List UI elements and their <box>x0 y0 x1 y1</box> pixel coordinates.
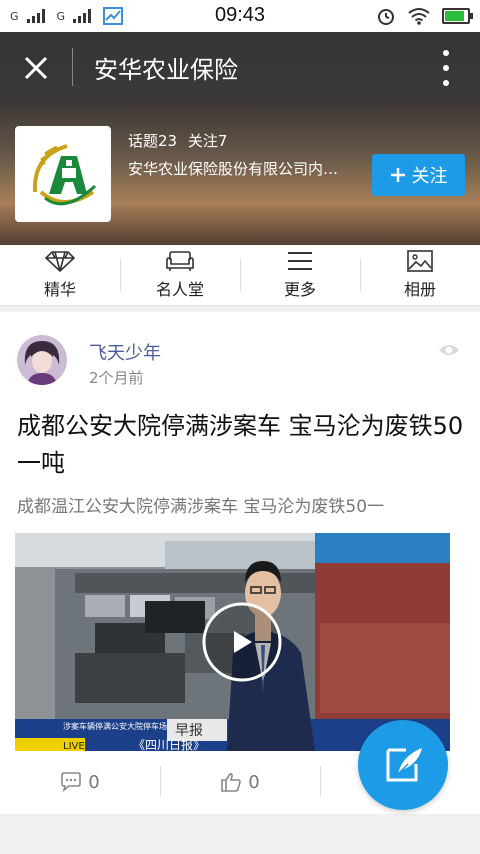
plus-icon <box>390 168 405 182</box>
image-icon <box>407 250 433 272</box>
comment-button[interactable]: 0 <box>0 760 160 804</box>
quill-edit-icon <box>386 748 422 782</box>
video-live: LIVE <box>63 741 85 751</box>
tab-more[interactable]: 更多 <box>240 245 360 305</box>
video-badge: 早报 <box>175 723 203 739</box>
status-bar: G G 09:43 <box>0 0 480 32</box>
tab-hall-of-fame[interactable]: 名人堂 <box>120 245 240 305</box>
post-summary: 成都温江公安大院停满涉案车 宝马沦为废铁50一 <box>17 497 385 517</box>
play-icon[interactable] <box>232 629 254 655</box>
topic-stats: 话题23 关注7 <box>128 130 227 151</box>
nav-bar: 安华农业保险 <box>0 32 480 102</box>
follows-count: 关注7 <box>187 132 228 150</box>
section-tabs: 精华 名人堂 更多 相册 <box>0 245 480 306</box>
video-caption: 涉案车辆停满公安大院停车场 <box>63 721 167 731</box>
thumbs-up-icon <box>221 772 242 792</box>
like-button[interactable]: 0 <box>160 760 320 804</box>
more-options-icon[interactable] <box>442 50 450 86</box>
post-title[interactable]: 成都公安大院停满涉案车 宝马沦为废铁50一吨 <box>17 408 467 482</box>
tab-label: 精华 <box>43 280 76 299</box>
nav-divider <box>72 48 73 86</box>
avatar[interactable] <box>17 335 67 385</box>
topic-header: 安华农业保险 话题23 关注7 安华农业保险股份有限公司内… 关注 <box>0 32 480 276</box>
author-name[interactable]: 飞天少年 <box>89 339 161 365</box>
tab-label: 相册 <box>403 280 436 299</box>
post-time: 2个月前 <box>89 369 144 387</box>
video-thumbnail[interactable]: 早报 《四川日报》 涉案车辆停满公安大院停车场 LIVE <box>15 533 450 751</box>
compose-button[interactable] <box>358 720 448 810</box>
menu-icon <box>288 252 312 270</box>
topic-description: 安华农业保险股份有限公司内… <box>128 160 339 178</box>
status-right <box>376 6 473 26</box>
like-count: 0 <box>248 771 260 793</box>
follow-button[interactable]: 关注 <box>372 154 465 196</box>
page-title: 安华农业保险 <box>94 56 238 84</box>
diamond-icon <box>44 251 76 272</box>
follow-label: 关注 <box>411 166 448 187</box>
sofa-icon <box>166 251 194 271</box>
comment-count: 0 <box>88 771 100 793</box>
close-icon[interactable] <box>18 50 54 86</box>
tab-label: 名人堂 <box>155 280 204 299</box>
comment-icon <box>61 772 82 792</box>
video-ticker: 《四川日报》 <box>133 737 205 751</box>
company-logo <box>15 126 111 222</box>
tab-label: 更多 <box>283 280 316 299</box>
alarm-icon <box>378 9 394 25</box>
battery-icon <box>442 8 473 24</box>
tab-essence[interactable]: 精华 <box>0 245 120 305</box>
tab-album[interactable]: 相册 <box>360 245 480 305</box>
topics-count: 话题23 <box>128 132 178 150</box>
eye-icon <box>439 345 459 355</box>
wifi-icon <box>408 8 430 25</box>
